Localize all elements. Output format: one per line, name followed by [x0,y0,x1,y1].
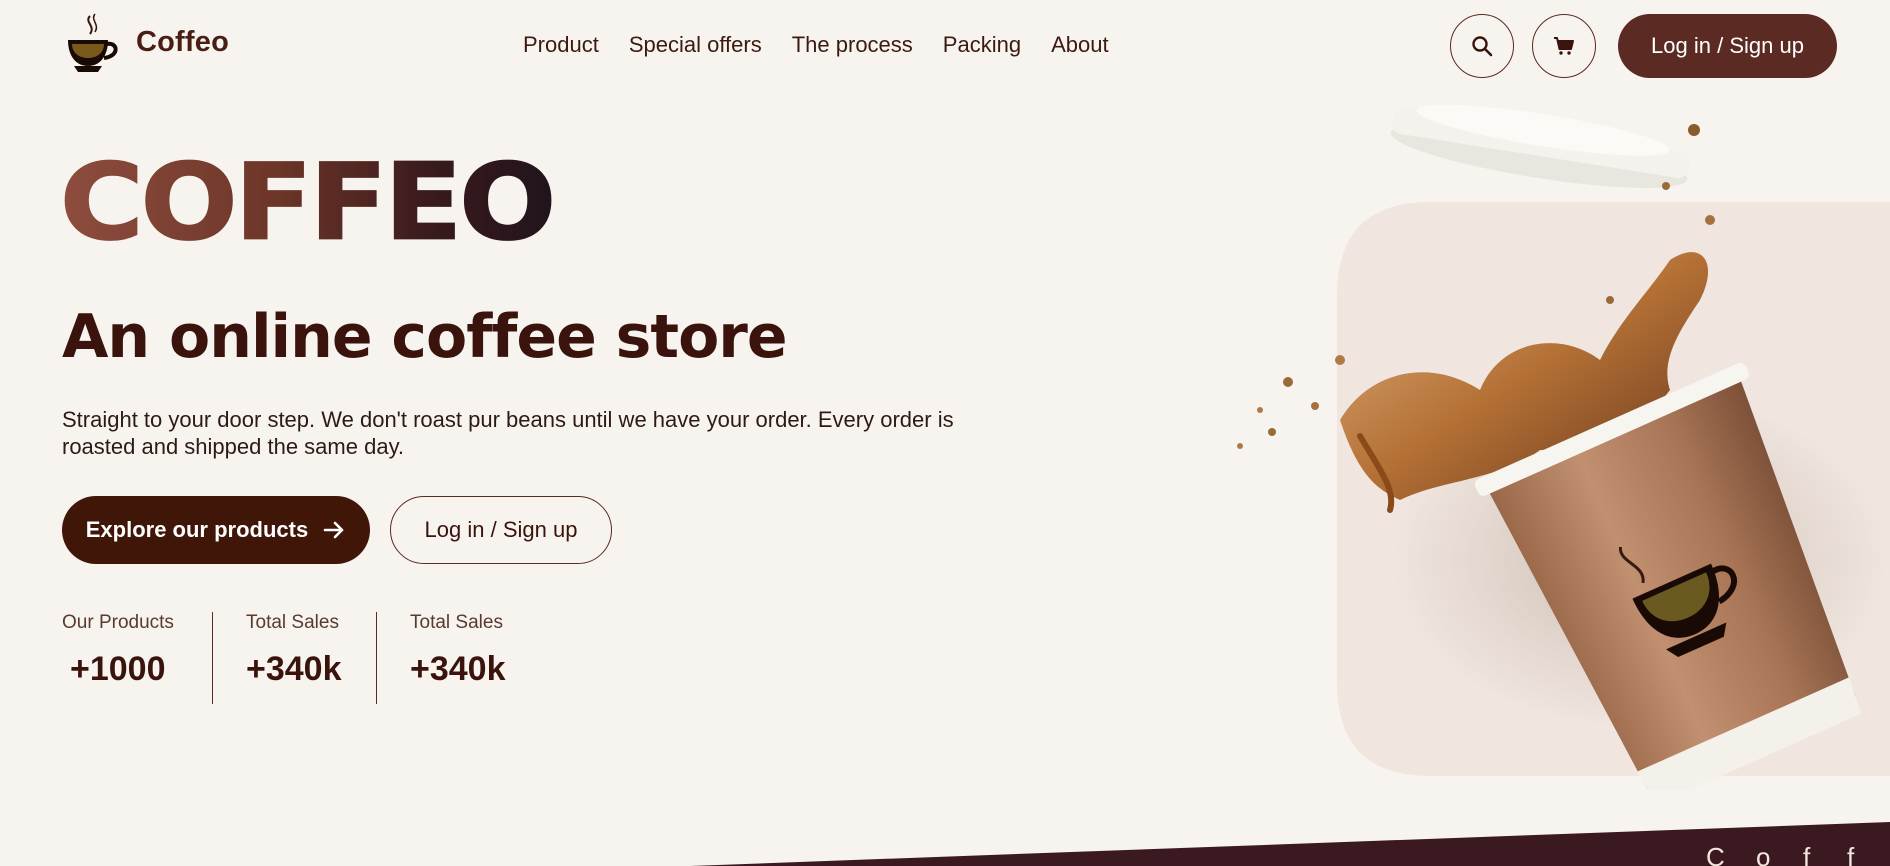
stat-value: +340k [410,650,506,688]
coffee-cup-logo-icon [68,13,118,72]
hero-login-signup-button[interactable]: Log in / Sign up [390,496,612,564]
search-button[interactable] [1450,14,1514,78]
footer-letter: C [1706,842,1725,866]
nav-item-the-process[interactable]: The process [792,32,913,58]
nav-item-product[interactable]: Product [523,32,599,58]
footer-letter: o [1756,842,1771,866]
stat-value: +340k [246,650,342,688]
coffee-cup-splash-image [1237,104,1890,790]
main-nav: Product Special offers The process Packi… [523,32,1109,58]
nav-item-special-offers[interactable]: Special offers [629,32,762,58]
explore-products-button[interactable]: Explore our products [62,496,370,564]
cart-icon [1554,37,1574,55]
footer-letter: f [1803,842,1811,866]
stat-label: Our Products [62,612,174,633]
stat-total-sales: Total Sales +340k [212,612,376,704]
stat-value: +1000 [70,650,166,688]
explore-products-label: Explore our products [85,517,309,542]
login-signup-button[interactable]: Log in / Sign up [1618,14,1837,78]
search-icon [1472,36,1493,57]
stats-row: Our Products +1000 Total Sales +340k Tot… [62,612,526,704]
hero-title: COFFEO [59,140,557,264]
logo[interactable]: Coffeo [64,12,229,72]
footer-letter: f [1847,842,1855,866]
cart-button[interactable] [1532,14,1596,78]
stat-label: Total Sales [246,612,339,633]
site-header: Coffeo Product Special offers The proces… [0,0,1890,92]
stat-our-products: Our Products +1000 [62,612,212,704]
hero-subtitle: An online coffee store [62,302,788,372]
arrow-right-icon [323,521,344,539]
nav-item-about[interactable]: About [1051,32,1109,58]
nav-item-packing[interactable]: Packing [943,32,1021,58]
stat-label: Total Sales [410,612,503,633]
footer-band [690,822,1890,866]
stat-total-sales: Total Sales +340k [376,612,526,704]
brand-name: Coffeo [136,25,230,58]
hero-description: Straight to your door step. We don't roa… [62,407,954,459]
